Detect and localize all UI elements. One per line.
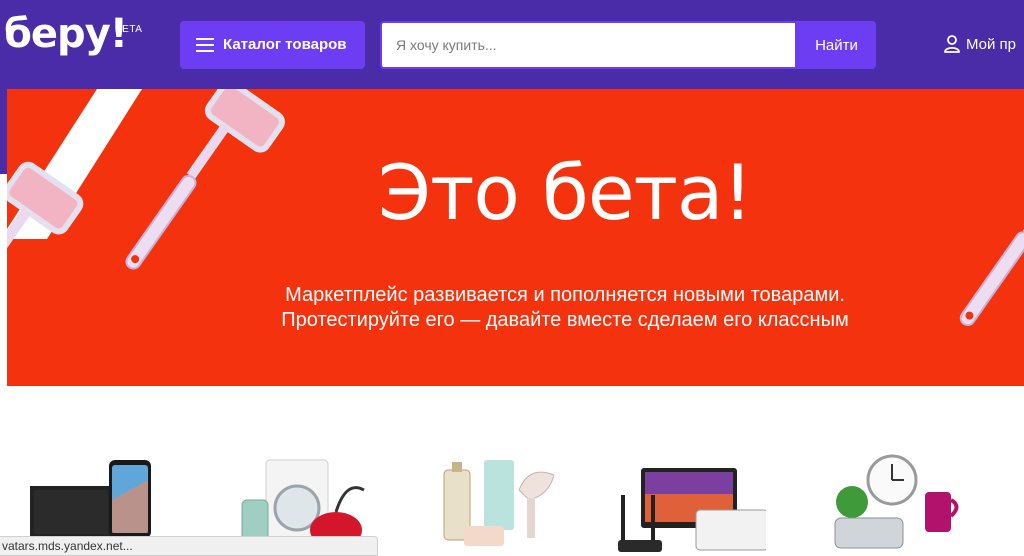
search-input[interactable] <box>382 23 795 67</box>
banner-title: Это бета! <box>378 148 753 237</box>
catalog-button[interactable]: Каталог товаров <box>180 21 365 69</box>
banner-subtitle-line2: Протестируйте его — давайте вместе сдела… <box>281 309 849 331</box>
beta-badge: BETA <box>115 24 143 35</box>
profile-label: Мой пр <box>966 35 1017 53</box>
search-box <box>380 21 797 69</box>
category-item-beauty[interactable] <box>434 440 584 556</box>
promo-banner[interactable] <box>7 89 1024 386</box>
menu-icon <box>196 38 214 52</box>
category-item-computers[interactable] <box>616 440 769 556</box>
computers-icon <box>618 468 769 552</box>
search-button[interactable]: Найти <box>797 21 876 69</box>
home-goods-icon <box>834 454 959 549</box>
paint-roller-illustration <box>7 89 1024 327</box>
page: беру! BETA Каталог товаров Найти Мой пр <box>0 0 1024 556</box>
beauty-products-icon <box>443 460 555 546</box>
profile-link[interactable]: Мой пр <box>944 33 1016 55</box>
header: беру! BETA Каталог товаров Найти Мой пр <box>0 0 1024 88</box>
catalog-button-label: Каталог товаров <box>223 36 347 53</box>
category-item-home[interactable] <box>830 440 980 556</box>
banner-subtitle-line1: Маркетплейс развивается и пополняется но… <box>285 284 845 306</box>
browser-status-bar: vatars.mds.yandex.net... <box>0 536 378 556</box>
user-icon <box>944 35 960 53</box>
logo[interactable]: беру! <box>4 14 128 54</box>
